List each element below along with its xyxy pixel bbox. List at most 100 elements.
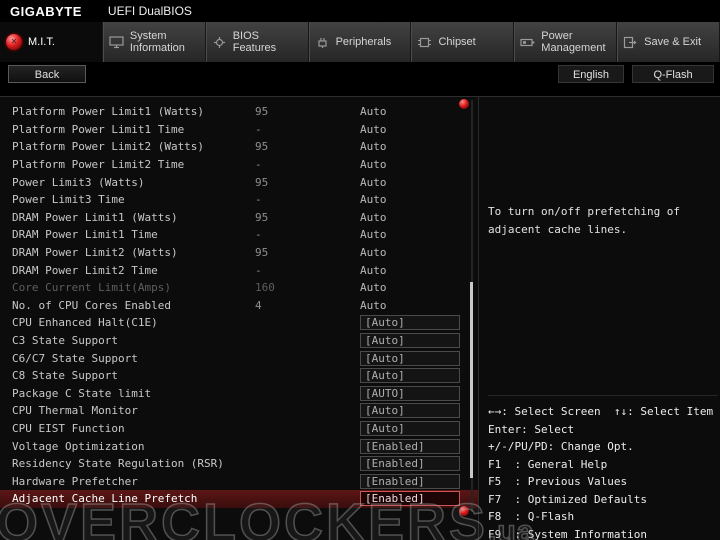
settings-row[interactable]: Platform Power Limit1 Time - Auto	[0, 121, 478, 139]
settings-row[interactable]: No. of CPU Cores Enabled 4 Auto	[0, 297, 478, 315]
qflash-button[interactable]: Q-Flash	[632, 65, 714, 83]
setting-label: Platform Power Limit1 Time	[12, 123, 255, 136]
peripherals-icon	[315, 36, 330, 49]
setting-label: DRAM Power Limit1 (Watts)	[12, 211, 255, 224]
setting-option-value[interactable]: [AUTO]	[360, 386, 460, 401]
setting-option-value[interactable]: Auto	[360, 246, 478, 259]
setting-current-value: 95	[255, 211, 360, 224]
setting-label: Power Limit3 Time	[12, 193, 255, 206]
tab-chipset[interactable]: Chipset	[411, 22, 514, 62]
settings-row[interactable]: DRAM Power Limit2 (Watts) 95 Auto	[0, 244, 478, 262]
setting-option-value[interactable]: Auto	[360, 123, 478, 136]
settings-row[interactable]: CPU Enhanced Halt(C1E) [Auto]	[0, 314, 478, 332]
setting-current-value: 95	[255, 105, 360, 118]
setting-label: C3 State Support	[12, 334, 255, 347]
main-content: Platform Power Limit1 (Watts) 95 Auto Pl…	[0, 96, 720, 540]
language-button[interactable]: English	[558, 65, 624, 83]
tab-mit[interactable]: M.I.T.	[0, 22, 103, 62]
tab-peripherals[interactable]: Peripherals	[309, 22, 412, 62]
setting-option-value[interactable]: Auto	[360, 264, 478, 277]
setting-current-value: -	[255, 193, 360, 206]
setting-option-value[interactable]: [Auto]	[360, 368, 460, 383]
settings-row[interactable]: CPU EIST Function [Auto]	[0, 420, 478, 438]
tab-label: Peripherals	[336, 36, 392, 48]
settings-row[interactable]: Residency State Regulation (RSR) [Enable…	[0, 455, 478, 473]
setting-current-value: -	[255, 158, 360, 171]
title-bar: GIGABYTE UEFI DualBIOS	[0, 0, 720, 22]
chipset-icon	[417, 36, 432, 49]
settings-row[interactable]: C6/C7 State Support [Auto]	[0, 349, 478, 367]
settings-row[interactable]: CPU Thermal Monitor [Auto]	[0, 402, 478, 420]
settings-row[interactable]: C8 State Support [Auto]	[0, 367, 478, 385]
setting-option-value[interactable]: Auto	[360, 158, 478, 171]
panel-divider	[478, 96, 479, 540]
setting-option-value[interactable]: [Enabled]	[360, 439, 460, 454]
setting-option-value[interactable]: Auto	[360, 140, 478, 153]
setting-current-value: 4	[255, 299, 360, 312]
setting-current-value: -	[255, 264, 360, 277]
setting-label: Platform Power Limit2 (Watts)	[12, 140, 255, 153]
settings-row[interactable]: Package C State limit [AUTO]	[0, 385, 478, 403]
setting-option-value[interactable]: [Auto]	[360, 351, 460, 366]
scroll-down-indicator[interactable]	[459, 506, 469, 516]
setting-label: DRAM Power Limit2 (Watts)	[12, 246, 255, 259]
setting-option-value[interactable]: Auto	[360, 211, 478, 224]
hotkey-hint: +/-/PU/PD: Change Opt.	[488, 438, 718, 456]
setting-label: C8 State Support	[12, 369, 255, 382]
setting-label: CPU EIST Function	[12, 422, 255, 435]
settings-row[interactable]: C3 State Support [Auto]	[0, 332, 478, 350]
system-information-icon	[109, 36, 124, 49]
back-button[interactable]: Back	[8, 65, 86, 83]
tab-label: Power Management	[541, 30, 610, 54]
setting-current-value: 95	[255, 140, 360, 153]
settings-row[interactable]: Voltage Optimization [Enabled]	[0, 437, 478, 455]
setting-option-value[interactable]: [Auto]	[360, 403, 460, 418]
settings-row[interactable]: DRAM Power Limit2 Time - Auto	[0, 261, 478, 279]
scrollbar-thumb[interactable]	[470, 282, 473, 478]
setting-option-value[interactable]: Auto	[360, 176, 478, 189]
tab-save-exit[interactable]: Save & Exit	[617, 22, 720, 62]
settings-row[interactable]: Platform Power Limit1 (Watts) 95 Auto	[0, 103, 478, 121]
tab-label: System Information	[130, 30, 199, 54]
setting-label: DRAM Power Limit1 Time	[12, 228, 255, 241]
setting-option-value[interactable]: [Enabled]	[360, 491, 460, 506]
tab-system-information[interactable]: System Information	[103, 22, 206, 62]
setting-label: Power Limit3 (Watts)	[12, 176, 255, 189]
power-management-icon	[520, 36, 535, 49]
settings-row[interactable]: Platform Power Limit2 Time - Auto	[0, 156, 478, 174]
tab-bios-features[interactable]: BIOS Features	[206, 22, 309, 62]
settings-row[interactable]: DRAM Power Limit1 Time - Auto	[0, 226, 478, 244]
settings-row[interactable]: Adjacent Cache Line Prefetch [Enabled]	[0, 490, 478, 508]
settings-row[interactable]: Power Limit3 (Watts) 95 Auto	[0, 173, 478, 191]
tab-power-management[interactable]: Power Management	[514, 22, 617, 62]
settings-row[interactable]: Platform Power Limit2 (Watts) 95 Auto	[0, 138, 478, 156]
setting-option-value[interactable]: Auto	[360, 193, 478, 206]
hotkey-hint: F9 : System Information	[488, 526, 718, 540]
setting-option-value[interactable]: Auto	[360, 299, 478, 312]
settings-row[interactable]: Power Limit3 Time - Auto	[0, 191, 478, 209]
setting-option-value[interactable]: Auto	[360, 228, 478, 241]
setting-label: Voltage Optimization	[12, 440, 255, 453]
setting-label: C6/C7 State Support	[12, 352, 255, 365]
save-exit-icon	[623, 36, 638, 49]
setting-label: Adjacent Cache Line Prefetch	[12, 492, 255, 505]
settings-row[interactable]: Core Current Limit(Amps) 160 Auto	[0, 279, 478, 297]
mit-icon	[6, 34, 22, 50]
setting-label: CPU Enhanced Halt(C1E)	[12, 316, 255, 329]
setting-option-value[interactable]: Auto	[360, 281, 478, 294]
setting-label: Core Current Limit(Amps)	[12, 281, 255, 294]
setting-option-value[interactable]: [Auto]	[360, 333, 460, 348]
settings-row[interactable]: DRAM Power Limit1 (Watts) 95 Auto	[0, 209, 478, 227]
setting-label: No. of CPU Cores Enabled	[12, 299, 255, 312]
tab-label: Chipset	[438, 36, 475, 48]
sub-toolbar: Back English Q-Flash	[0, 62, 720, 99]
scroll-up-indicator[interactable]	[459, 99, 469, 109]
help-panel: To turn on/off prefetching of adjacent c…	[480, 193, 720, 540]
settings-row[interactable]: Hardware Prefetcher [Enabled]	[0, 472, 478, 490]
setting-label: Platform Power Limit1 (Watts)	[12, 105, 255, 118]
setting-option-value[interactable]: [Auto]	[360, 315, 460, 330]
setting-option-value[interactable]: [Auto]	[360, 421, 460, 436]
setting-option-value[interactable]: [Enabled]	[360, 456, 460, 471]
setting-option-value[interactable]: [Enabled]	[360, 474, 460, 489]
gigabyte-logo: GIGABYTE	[10, 4, 82, 19]
